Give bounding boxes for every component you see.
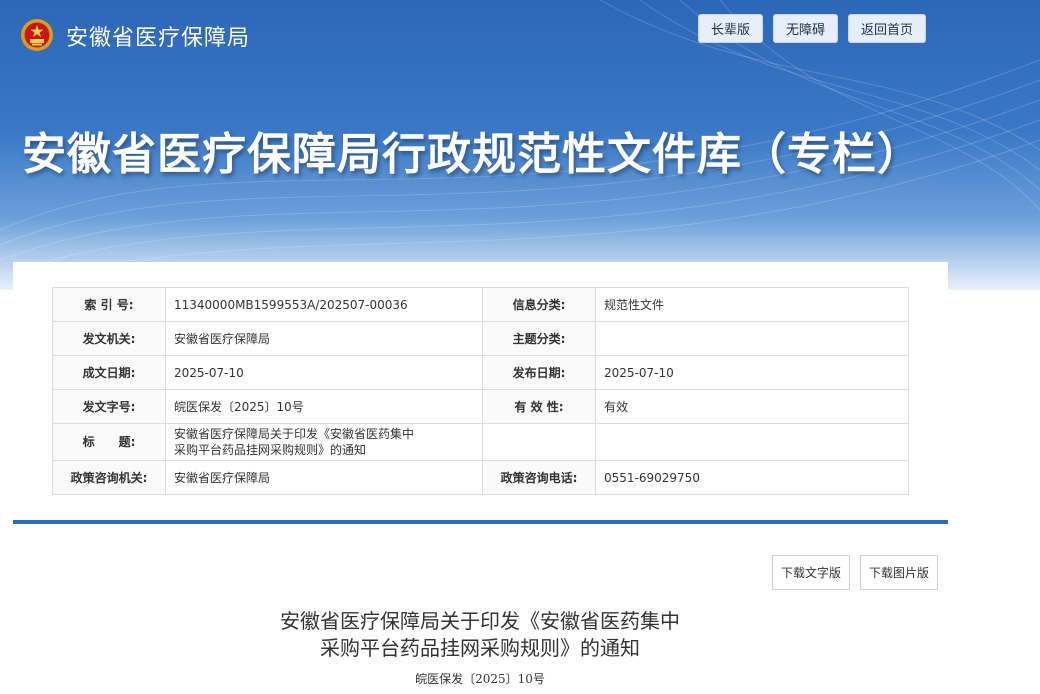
title-value: 安徽省医疗保障局关于印发《安徽省医药集中 采购平台药品挂网采购规则》的通知 [165,423,483,461]
info-category-value: 规范性文件 [595,287,909,322]
written-date-value: 2025-07-10 [165,355,483,390]
download-button-group: 下载文字版 下载图片版 [771,555,938,590]
empty-value [595,423,909,461]
elder-mode-button[interactable]: 长辈版 [697,14,763,43]
banner-title: 安徽省医疗保障局行政规范性文件库（专栏） [22,129,922,180]
document-title: 安徽省医疗保障局关于印发《安徽省医药集中 采购平台药品挂网采购规则》的通知 [200,608,760,662]
consult-phone-value: 0551-69029750 [595,460,909,495]
metadata-table: 索 引 号: 11340000MB1599553A/202507-00036 信… [52,287,909,495]
consult-agency-value: 安徽省医疗保障局 [165,460,483,495]
document-title-line-2: 采购平台药品挂网采购规则》的通知 [320,636,640,660]
table-row: 发文机关: 安徽省医疗保障局 主题分类: [52,321,909,356]
document-number-value: 皖医保发〔2025〕10号 [165,389,483,424]
table-row: 成文日期: 2025-07-10 发布日期: 2025-07-10 [52,355,909,390]
download-text-button[interactable]: 下载文字版 [771,555,850,590]
validity-value: 有效 [595,389,909,424]
consult-phone-label: 政策咨询电话: [482,460,596,495]
index-number-label: 索 引 号: [52,287,166,322]
validity-label: 有 效 性: [482,389,596,424]
document-title-line-1: 安徽省医疗保障局关于印发《安徽省医药集中 [280,609,680,633]
table-row: 政策咨询机关: 安徽省医疗保障局 政策咨询电话: 0551-69029750 [52,460,909,495]
document-number: 皖医保发〔2025〕10号 [415,672,545,686]
topic-category-value [595,321,909,356]
empty-label [482,423,596,461]
national-emblem-icon [21,19,53,51]
table-row: 发文字号: 皖医保发〔2025〕10号 有 效 性: 有效 [52,389,909,424]
issuing-agency-label: 发文机关: [52,321,166,356]
download-image-button[interactable]: 下载图片版 [859,555,938,590]
document-number-label: 发文字号: [52,389,166,424]
consult-agency-label: 政策咨询机关: [52,460,166,495]
accessibility-button[interactable]: 无障碍 [772,14,838,43]
top-button-group: 长辈版 无障碍 返回首页 [697,14,926,43]
banner: 安徽省医疗保障局 长辈版 无障碍 返回首页 安徽省医疗保障局行政规范性文件库（专… [0,0,1040,290]
written-date-label: 成文日期: [52,355,166,390]
site-name[interactable]: 安徽省医疗保障局 [66,20,250,52]
topic-category-label: 主题分类: [482,321,596,356]
section-divider [13,520,948,524]
title-value-line-2: 采购平台药品挂网采购规则》的通知 [174,443,367,457]
home-button[interactable]: 返回首页 [847,14,926,43]
title-value-line-1: 安徽省医疗保障局关于印发《安徽省医药集中 [174,427,415,441]
table-row: 标 题: 安徽省医疗保障局关于印发《安徽省医药集中 采购平台药品挂网采购规则》的通… [52,423,909,461]
title-label: 标 题: [52,423,166,461]
issuing-agency-value: 安徽省医疗保障局 [165,321,483,356]
publish-date-label: 发布日期: [482,355,596,390]
index-number-value: 11340000MB1599553A/202507-00036 [165,287,483,322]
table-row: 索 引 号: 11340000MB1599553A/202507-00036 信… [52,287,909,322]
info-category-label: 信息分类: [482,287,596,322]
publish-date-value: 2025-07-10 [595,355,909,390]
